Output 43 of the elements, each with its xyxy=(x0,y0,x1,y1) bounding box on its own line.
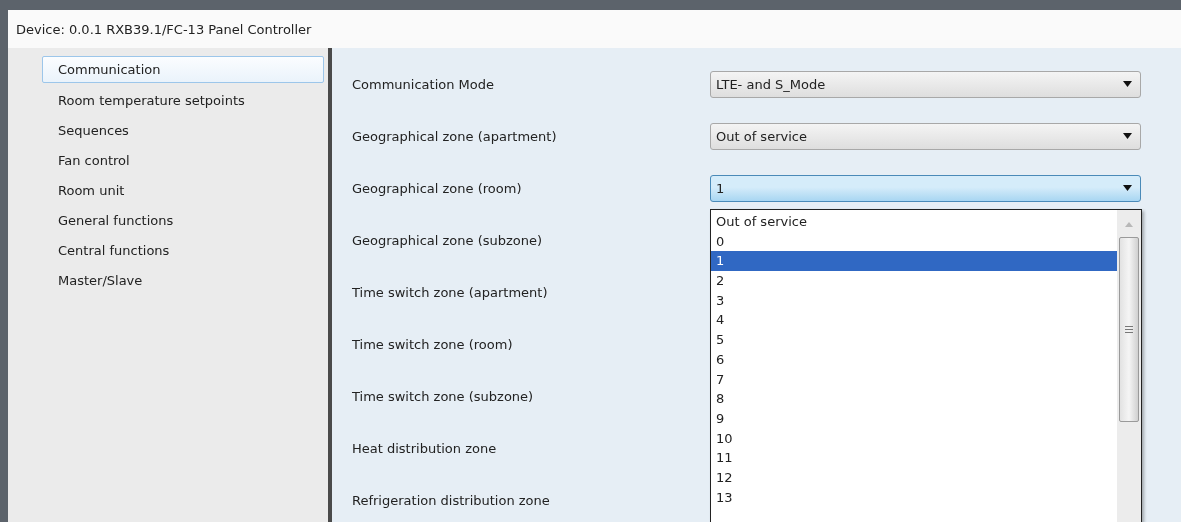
setting-label: Refrigeration distribution zone xyxy=(352,492,551,508)
dropdown[interactable]: 1 xyxy=(710,174,1141,202)
setting-label: Communication Mode xyxy=(352,76,496,92)
scroll-up-icon[interactable] xyxy=(1125,222,1133,227)
caret-icon xyxy=(1123,185,1132,191)
setting-label: Geographical zone (apartment) xyxy=(352,128,558,144)
grip-icon xyxy=(1125,326,1133,333)
setting-label: Heat distribution zone xyxy=(352,440,498,456)
sidebar-item[interactable]: Fan control xyxy=(42,146,324,176)
dropdown-option[interactable]: 6 xyxy=(711,349,1117,370)
dropdown-option[interactable]: 10 xyxy=(711,428,1117,449)
caret-icon xyxy=(1123,81,1132,87)
setting-label: Geographical zone (subzone) xyxy=(352,232,544,248)
sidebar-item[interactable]: Master/Slave xyxy=(42,266,324,296)
dropdown-option[interactable]: 9 xyxy=(711,408,1117,429)
sidebar-item[interactable]: Central functions xyxy=(42,236,324,266)
setting-label: Time switch zone (room) xyxy=(352,336,514,352)
setting-label: Time switch zone (subzone) xyxy=(352,388,535,404)
dropdown[interactable]: Out of service xyxy=(710,122,1141,150)
scroll-thumb[interactable] xyxy=(1119,237,1139,422)
dropdown-option[interactable]: 2 xyxy=(711,271,1117,291)
sidebar-item[interactable]: General functions xyxy=(42,206,324,236)
dropdown-option[interactable]: 1 xyxy=(711,251,1117,272)
dropdown-option[interactable]: 11 xyxy=(711,448,1117,468)
setting-label: Geographical zone (room) xyxy=(352,180,523,196)
setting-label: Time switch zone (apartment) xyxy=(352,284,549,300)
dropdown-option[interactable]: 0 xyxy=(711,231,1117,252)
sidebar-item[interactable]: Sequences xyxy=(42,116,324,146)
dropdown-option[interactable]: 7 xyxy=(711,369,1117,390)
scrollbar[interactable] xyxy=(1117,210,1141,522)
dropdown[interactable]: LTE- and S_Mode xyxy=(710,70,1141,98)
dropdown-option[interactable]: 13 xyxy=(711,487,1117,508)
dropdown-option[interactable]: 8 xyxy=(711,389,1117,409)
dropdown-option[interactable]: Out of service xyxy=(711,212,1117,232)
device-title: Device: 0.0.1 RXB39.1/FC-13 Panel Controller xyxy=(16,21,312,37)
sidebar-item[interactable]: Room temperature setpoints xyxy=(42,86,324,116)
caret-icon xyxy=(1123,133,1132,139)
dropdown-option[interactable]: 3 xyxy=(711,290,1117,311)
dropdown-option[interactable]: 4 xyxy=(711,310,1117,331)
dropdown-option[interactable]: 5 xyxy=(711,330,1117,350)
dropdown-option[interactable]: 12 xyxy=(711,467,1117,488)
sidebar-item[interactable]: Communication xyxy=(42,56,324,83)
sidebar-item[interactable]: Room unit xyxy=(42,176,324,206)
